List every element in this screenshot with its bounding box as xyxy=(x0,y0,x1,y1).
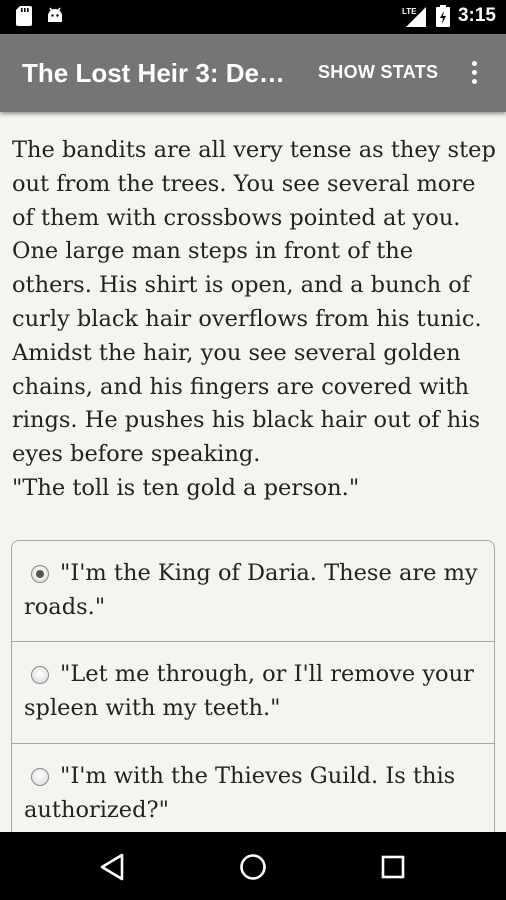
choice-label: "I'm the King of Daria. These are my roa… xyxy=(24,560,478,620)
recents-icon[interactable] xyxy=(378,852,408,882)
navigation-bar xyxy=(0,832,506,900)
choice-list: "I'm the King of Daria. These are my roa… xyxy=(11,540,495,832)
choice-label: "Let me through, or I'll remove your spl… xyxy=(24,661,474,721)
network-type-label: LTE xyxy=(402,7,417,16)
choice-option-1[interactable]: "I'm the King of Daria. These are my roa… xyxy=(12,541,494,642)
battery-icon xyxy=(435,5,450,27)
app-bar: The Lost Heir 3: De… SHOW STATS xyxy=(0,34,506,112)
choice-label: "I'm with the Thieves Guild. Is this aut… xyxy=(24,763,456,823)
show-stats-button[interactable]: SHOW STATS xyxy=(318,62,438,83)
sd-card-icon xyxy=(16,6,32,26)
system-icons: LTE 3:15 xyxy=(402,5,496,27)
story-paragraph: The bandits are all very tense as they s… xyxy=(12,137,496,468)
bandit-quote: "The toll is ten gold a person." xyxy=(12,475,360,501)
home-icon[interactable] xyxy=(238,852,268,882)
overflow-menu-icon[interactable] xyxy=(462,58,486,88)
status-bar: LTE 3:15 xyxy=(0,0,506,34)
notification-icons xyxy=(16,6,64,26)
lte-signal-icon: LTE xyxy=(402,7,426,27)
back-icon[interactable] xyxy=(98,852,128,882)
android-icon xyxy=(48,7,62,22)
app-title: The Lost Heir 3: De… xyxy=(22,58,285,88)
choice-option-3[interactable]: "I'm with the Thieves Guild. Is this aut… xyxy=(12,744,494,832)
clock: 3:15 xyxy=(457,5,496,26)
story-content: The bandits are all very tense as they s… xyxy=(0,112,506,832)
choice-option-2[interactable]: "Let me through, or I'll remove your spl… xyxy=(12,642,494,744)
